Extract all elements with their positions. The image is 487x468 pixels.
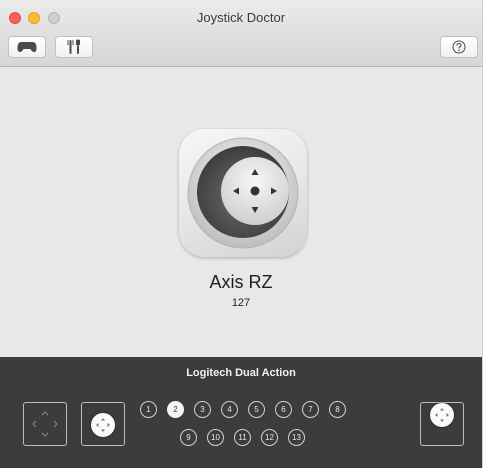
axis-value: 127	[231, 297, 251, 309]
button-indicator-2: 2	[167, 401, 184, 418]
button-indicator-8: 8	[329, 401, 346, 418]
joystick-knob-icon	[187, 137, 299, 249]
devices-button[interactable]	[8, 36, 46, 58]
window-title: Joystick Doctor	[196, 10, 286, 25]
right-stick-pad[interactable]	[81, 402, 125, 446]
button-indicator-11: 11	[234, 429, 251, 446]
device-name: Logitech Dual Action	[186, 367, 296, 379]
title-bar: Joystick Doctor	[0, 0, 482, 67]
button-indicator-13: 13	[288, 429, 305, 446]
app-window: Joystick Doctor Axis RZ 127 Logitech Dua…	[0, 0, 483, 468]
hat-switch-pad[interactable]	[420, 402, 464, 446]
stick-knob-icon	[91, 413, 115, 437]
device-panel: Logitech Dual Action 1 2 3 4 5 6 7 8 9 1…	[0, 357, 482, 468]
dpad-arrows-icon	[32, 411, 58, 437]
button-indicator-1: 1	[140, 401, 157, 418]
button-indicator-9: 9	[180, 429, 197, 446]
button-indicator-4: 4	[221, 401, 238, 418]
joystick-app-icon	[179, 129, 307, 257]
button-indicator-6: 6	[275, 401, 292, 418]
button-indicator-3: 3	[194, 401, 211, 418]
axis-name: Axis RZ	[209, 272, 273, 292]
tools-button[interactable]	[55, 36, 93, 58]
left-stick-pad[interactable]	[23, 402, 67, 446]
button-indicator-7: 7	[302, 401, 319, 418]
help-button[interactable]	[440, 36, 478, 58]
button-indicator-10: 10	[207, 429, 224, 446]
tools-icon	[67, 39, 80, 54]
button-indicator-12: 12	[261, 429, 278, 446]
help-icon	[452, 40, 466, 54]
button-indicator-5: 5	[248, 401, 265, 418]
hat-knob-icon	[430, 403, 454, 427]
gamepad-icon	[17, 42, 37, 52]
